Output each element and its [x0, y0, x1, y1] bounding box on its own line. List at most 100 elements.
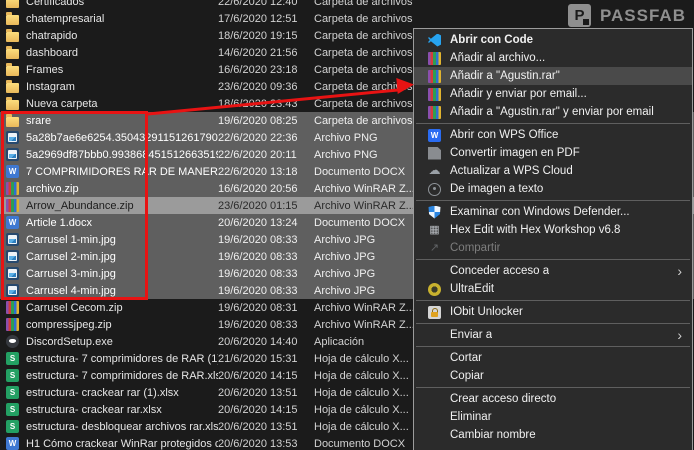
file-name: Nueva carpeta	[26, 97, 98, 110]
file-name: Carrusel 4-min.jpg	[26, 284, 116, 297]
ultraedit-icon	[428, 282, 441, 296]
file-name: dashboard	[26, 46, 78, 59]
winrar-icon	[428, 51, 441, 65]
chevron-right-icon: ›	[677, 327, 682, 343]
file-date-modified: 19/6/2020 08:33	[218, 284, 298, 297]
menu-separator	[416, 259, 690, 260]
menu-item-a-adir-a-agustin-rar[interactable]: Añadir a "Agustin.rar"	[414, 67, 692, 85]
menu-item-examinar-con-windows-defender[interactable]: Examinar con Windows Defender...	[414, 203, 692, 221]
menu-item-label: Copiar	[450, 370, 484, 382]
menu-item-a-adir-y-enviar-por-email[interactable]: Añadir y enviar por email...	[414, 85, 692, 103]
file-date-modified: 20/6/2020 13:53	[218, 437, 298, 450]
menu-icon-placeholder	[428, 370, 441, 383]
file-date-modified: 20/6/2020 14:40	[218, 335, 298, 348]
hex-icon	[428, 224, 441, 237]
file-date-modified: 16/6/2020 20:56	[218, 182, 298, 195]
menu-item-label: Conceder acceso a	[450, 265, 550, 277]
xlsx-icon	[6, 352, 19, 365]
xlsx-icon	[6, 386, 19, 399]
vscode-icon	[428, 33, 441, 47]
image-icon	[6, 233, 19, 246]
menu-item-convertir-imagen-en-pdf[interactable]: Convertir imagen en PDF	[414, 144, 692, 162]
menu-item-label: Añadir a "Agustin.rar" y enviar por emai…	[450, 106, 654, 118]
file-date-modified: 20/6/2020 13:51	[218, 386, 298, 399]
menu-item-a-adir-al-archivo[interactable]: Añadir al archivo...	[414, 49, 692, 67]
menu-separator	[416, 123, 690, 124]
menu-separator	[416, 323, 690, 324]
discord-icon	[6, 335, 19, 348]
file-explorer-window: Certificados 22/6/2020 12:40 Carpeta de …	[0, 0, 694, 450]
menu-item-hex-edit-with-hex-workshop-v6-8[interactable]: Hex Edit with Hex Workshop v6.8	[414, 221, 692, 239]
menu-icon-placeholder	[428, 352, 441, 365]
file-date-modified: 17/6/2020 12:51	[218, 12, 298, 25]
winrar-icon	[6, 182, 19, 195]
menu-item-label: Eliminar	[450, 411, 492, 423]
menu-item-abrir-con-code[interactable]: Abrir con Code	[414, 31, 692, 49]
menu-item-label: Cambiar nombre	[450, 429, 536, 441]
menu-item-label: Abrir con WPS Office	[450, 129, 559, 141]
menu-icon-placeholder	[428, 411, 441, 424]
menu-item-crear-acceso-directo[interactable]: Crear acceso directo	[414, 390, 692, 408]
menu-item-de-imagen-a-texto[interactable]: De imagen a texto	[414, 180, 692, 198]
file-name: chatrapido	[26, 29, 78, 42]
file-name: estructura- 7 comprimidores de RAR (1).x…	[26, 352, 218, 365]
menu-item-iobit-unlocker[interactable]: IObit Unlocker	[414, 303, 692, 321]
menu-item-cambiar-nombre[interactable]: Cambiar nombre	[414, 426, 692, 444]
menu-item-a-adir-a-agustin-rar-y-enviar-por-email[interactable]: Añadir a "Agustin.rar" y enviar por emai…	[414, 103, 692, 121]
menu-item-label: Crear acceso directo	[450, 393, 557, 405]
docx-icon	[6, 437, 19, 450]
file-name: chatempresarial	[26, 12, 105, 25]
file-date-modified: 19/6/2020 08:33	[218, 233, 298, 246]
menu-icon-placeholder	[428, 329, 441, 342]
file-name: 7 COMPRIMIDORES RAR DE MANERA O...	[26, 165, 218, 178]
folder-icon	[6, 114, 19, 127]
menu-item-conceder-acceso-a[interactable]: Conceder acceso a ›	[414, 262, 692, 280]
menu-item-enviar-a[interactable]: Enviar a ›	[414, 326, 692, 344]
file-name: Instagram	[26, 80, 75, 93]
file-name: estructura- 7 comprimidores de RAR.xlsx	[26, 369, 218, 382]
context-menu: Abrir con Code Añadir al archivo... Añad…	[413, 28, 693, 450]
menu-item-copiar[interactable]: Copiar	[414, 367, 692, 385]
file-date-modified: 19/6/2020 08:25	[218, 114, 298, 127]
menu-item-label: Compartir	[450, 242, 501, 254]
file-date-modified: 14/6/2020 21:56	[218, 46, 298, 59]
menu-item-label: Hex Edit with Hex Workshop v6.8	[450, 224, 621, 236]
file-name: 5a2969df87bbb0.993868451512663519556...	[26, 148, 218, 161]
menu-item-label: Actualizar a WPS Cloud	[450, 165, 573, 177]
file-name: DiscordSetup.exe	[26, 335, 113, 348]
file-name: Carrusel 2-min.jpg	[26, 250, 116, 263]
file-name: Carrusel Cecom.zip	[26, 301, 123, 314]
menu-item-abrir-con-wps-office[interactable]: Abrir con WPS Office	[414, 126, 692, 144]
menu-item-actualizar-a-wps-cloud[interactable]: Actualizar a WPS Cloud	[414, 162, 692, 180]
image-icon	[6, 250, 19, 263]
file-date-modified: 19/6/2020 08:31	[218, 301, 298, 314]
menu-item-label: Añadir y enviar por email...	[450, 88, 587, 100]
file-name: Frames	[26, 63, 64, 76]
file-name: Certificados	[26, 0, 85, 8]
file-name: Article 1.docx	[26, 216, 93, 229]
file-date-modified: 20/6/2020 14:15	[218, 369, 298, 382]
docx-icon	[6, 216, 19, 229]
folder-icon	[6, 97, 19, 110]
menu-item-cortar[interactable]: Cortar	[414, 349, 692, 367]
file-date-modified: 20/6/2020 14:15	[218, 403, 298, 416]
winrar-icon	[6, 199, 19, 212]
file-name: compressjpeg.zip	[26, 318, 112, 331]
file-date-modified: 19/6/2020 08:33	[218, 318, 298, 331]
menu-item-label: Examinar con Windows Defender...	[450, 206, 630, 218]
file-name: estructura- desbloquear archivos rar.xls…	[26, 420, 218, 433]
menu-item-label: Cortar	[450, 352, 482, 364]
folder-icon	[6, 63, 19, 76]
file-name: H1 Cómo crackear WinRar protegidos co...	[26, 437, 218, 450]
file-name: estructura- crackear rar.xlsx	[26, 403, 162, 416]
folder-icon	[6, 46, 19, 59]
menu-item-label: Añadir a "Agustin.rar"	[450, 70, 560, 82]
file-date-modified: 21/6/2020 15:31	[218, 352, 298, 365]
menu-icon-placeholder	[428, 393, 441, 406]
menu-separator	[416, 200, 690, 201]
file-date-modified: 19/6/2020 08:33	[218, 250, 298, 263]
menu-item-eliminar[interactable]: Eliminar	[414, 408, 692, 426]
winrar-icon	[428, 87, 441, 101]
file-date-modified: 18/6/2020 19:15	[218, 29, 298, 42]
menu-item-ultraedit[interactable]: UltraEdit	[414, 280, 692, 298]
